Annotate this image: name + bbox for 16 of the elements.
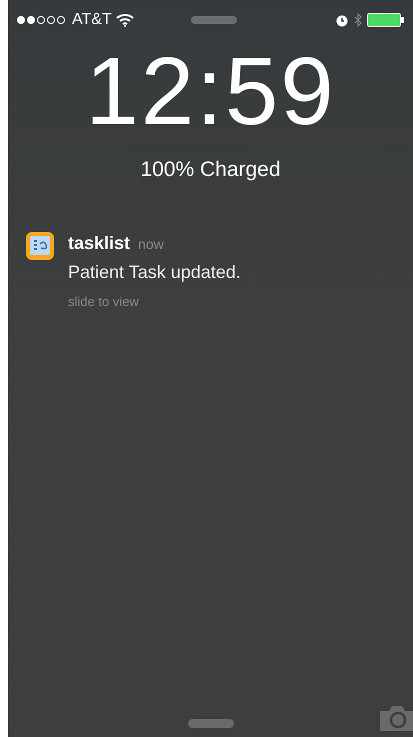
battery-status: 100% Charged <box>139 157 282 183</box>
notification-time: now <box>138 234 164 254</box>
alarm-icon <box>335 13 349 27</box>
handle[interactable] <box>191 16 238 24</box>
app-name: tasklist <box>68 232 130 254</box>
handle[interactable] <box>188 718 234 728</box>
signal-icon <box>16 15 68 25</box>
battery-icon <box>367 12 405 28</box>
bluetooth-icon <box>353 13 363 27</box>
notification-message: Patient Task updated. <box>68 260 241 284</box>
wifi-icon <box>116 13 134 27</box>
slide-hint[interactable]: slide to view <box>68 292 241 311</box>
notepad-icon <box>26 232 54 260</box>
carrier-name: AT&T <box>72 10 112 30</box>
clock-time: 12:59 <box>84 42 337 142</box>
camera-icon[interactable] <box>379 704 413 731</box>
